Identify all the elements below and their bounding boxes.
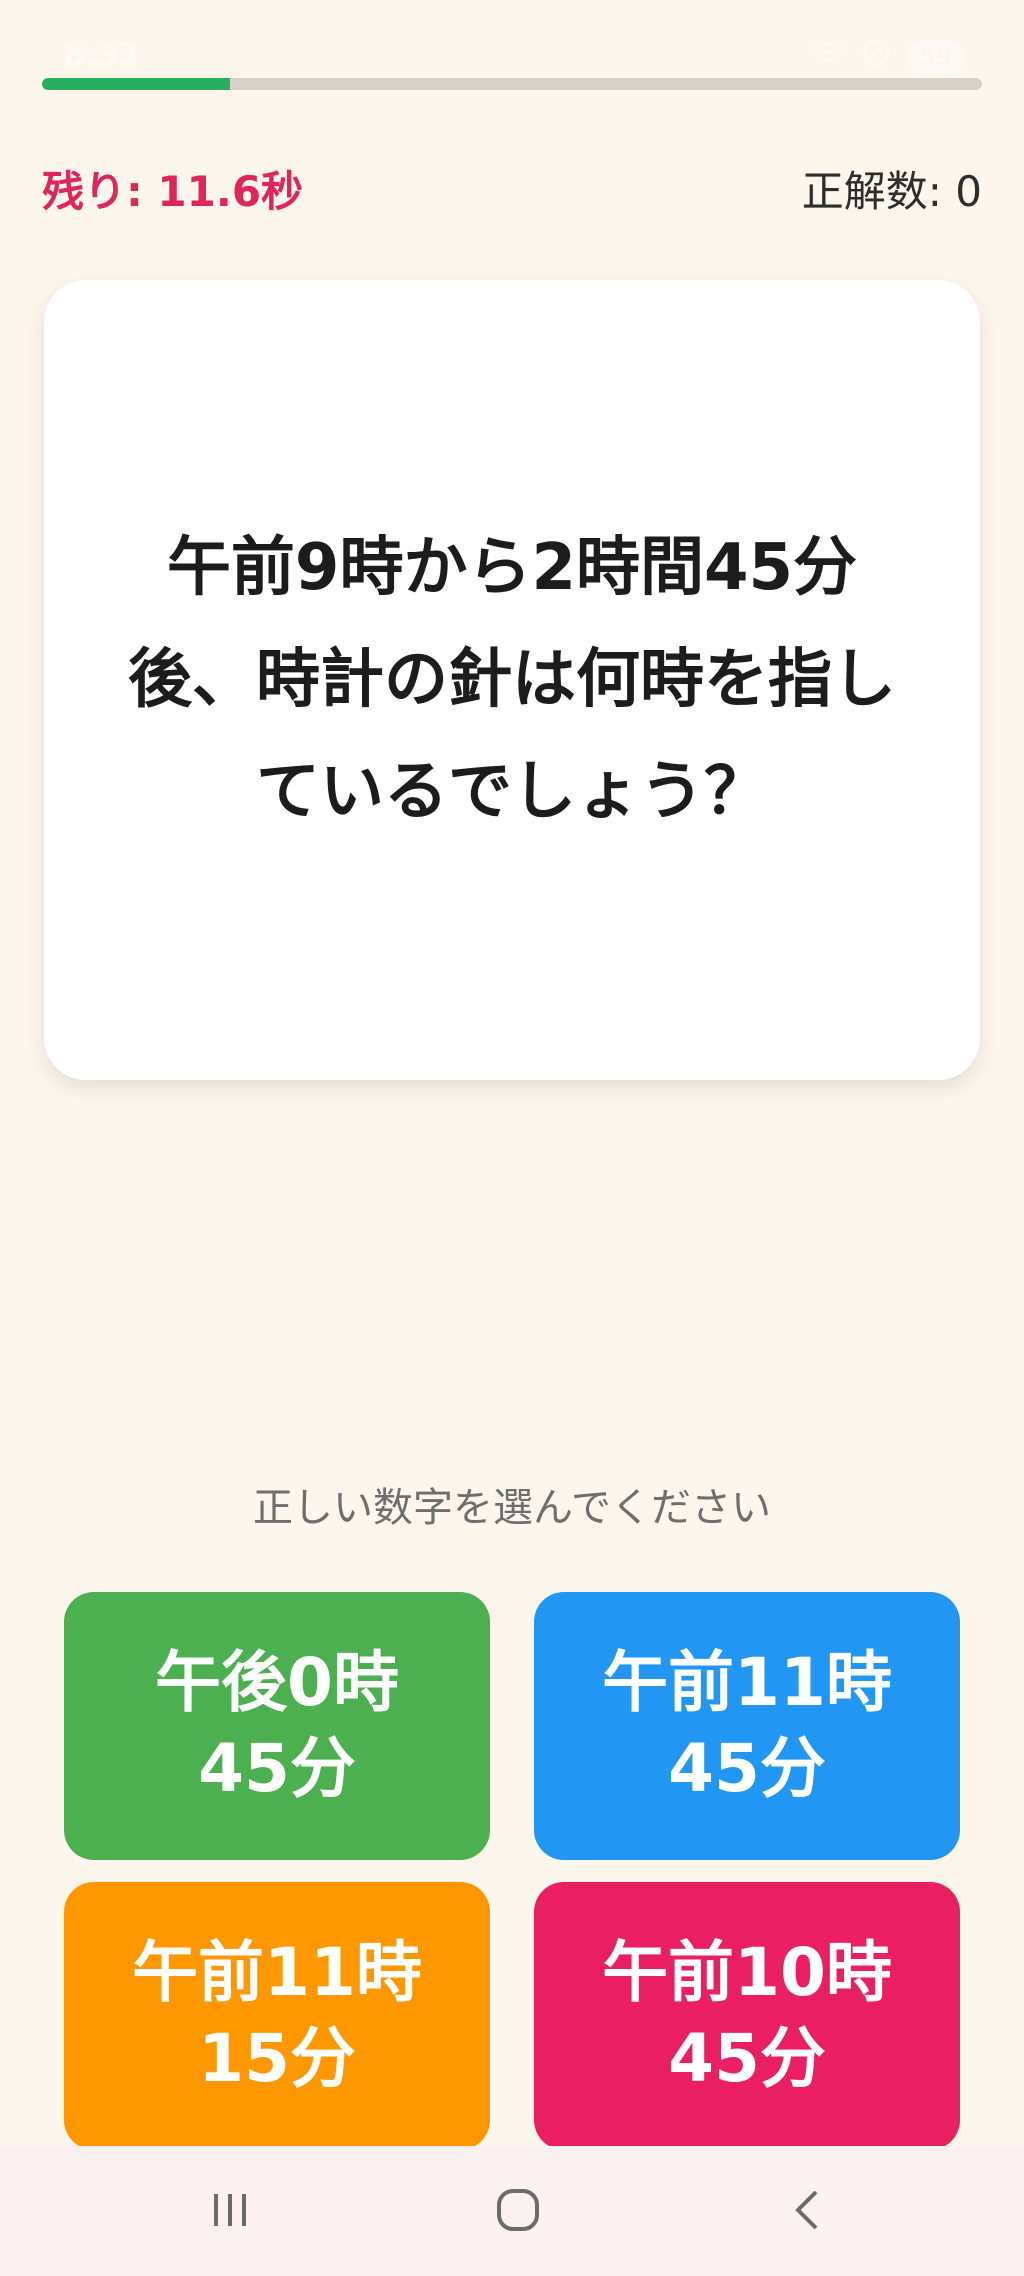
time-remaining: 残り: 11.6秒	[42, 167, 304, 216]
back-button[interactable]	[766, 2180, 846, 2244]
quiz-progress-bar	[42, 78, 982, 90]
system-nav-bar	[0, 2146, 1024, 2276]
question-card: 午前9時から2時間45分後、時計の針は何時を指しているでしょう？	[44, 280, 980, 1080]
answer-button-4[interactable]: 午前10時45分	[534, 1882, 960, 2150]
status-icons: 59	[811, 38, 964, 76]
answer-button-2[interactable]: 午前11時45分	[534, 1592, 960, 1860]
do-not-disturb-icon	[861, 38, 891, 76]
answer-button-1[interactable]: 午後0時45分	[64, 1592, 490, 1860]
instruction-text: 正しい数字を選んでください	[253, 1485, 771, 1531]
correct-count: 正解数: 0	[801, 167, 982, 216]
question-text: 午前9時から2時間45分後、時計の針は何時を指しているでしょう？	[128, 531, 896, 829]
battery-indicator: 59	[906, 41, 964, 73]
recent-apps-icon	[208, 2190, 252, 2234]
status-time: 8:33	[64, 38, 139, 73]
quiz-progress-fill	[42, 78, 230, 90]
wifi-icon	[811, 39, 845, 75]
back-icon	[788, 2186, 824, 2238]
answer-button-3[interactable]: 午前11時15分	[64, 1882, 490, 2150]
home-icon	[494, 2186, 542, 2238]
status-bar: 8:33 59	[0, 0, 1024, 73]
recent-apps-button[interactable]	[190, 2180, 270, 2244]
home-button[interactable]	[478, 2180, 558, 2244]
